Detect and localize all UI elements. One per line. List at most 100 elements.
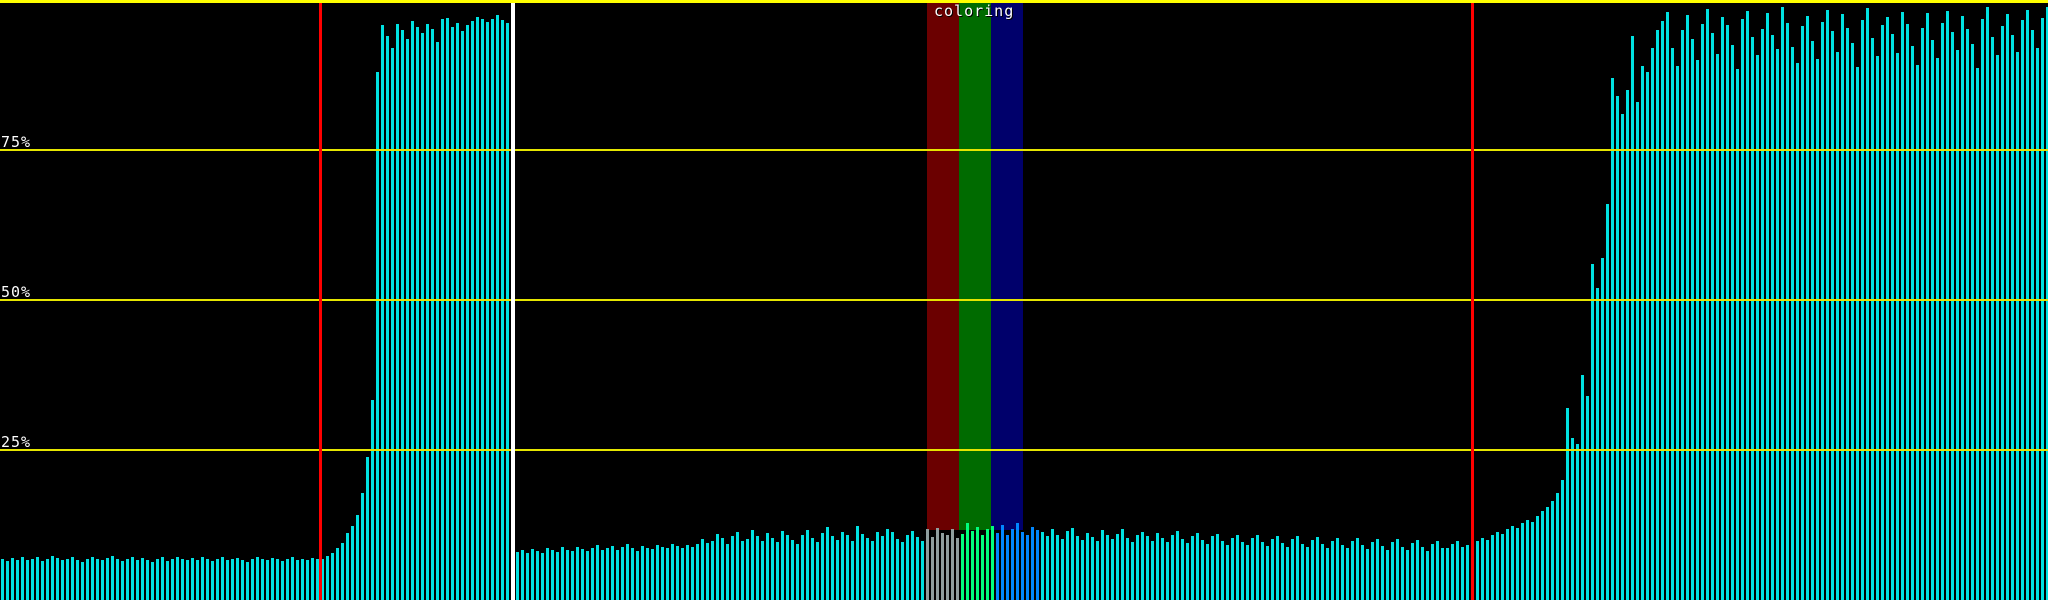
histogram-bar bbox=[71, 557, 74, 600]
histogram-bar bbox=[721, 538, 724, 600]
histogram-bar bbox=[1396, 539, 1399, 600]
histogram-bar bbox=[1191, 536, 1194, 600]
histogram-bar bbox=[961, 534, 964, 600]
histogram-bar bbox=[2031, 30, 2034, 600]
histogram-bar bbox=[406, 39, 409, 600]
histogram-bar bbox=[981, 535, 984, 600]
histogram-bar bbox=[746, 539, 749, 600]
histogram-bar bbox=[1921, 28, 1924, 600]
histogram-bar bbox=[1006, 535, 1009, 600]
histogram-bar bbox=[1591, 264, 1594, 600]
histogram-bar bbox=[1551, 501, 1554, 600]
histogram-bar bbox=[791, 540, 794, 600]
histogram-bar bbox=[1791, 47, 1794, 600]
histogram-bar bbox=[101, 560, 104, 600]
histogram-bar bbox=[1116, 534, 1119, 600]
histogram-bar bbox=[866, 538, 869, 600]
histogram-bar bbox=[246, 562, 249, 600]
histogram-bar bbox=[761, 541, 764, 600]
histogram-bar bbox=[1016, 523, 1019, 600]
red-marker-right bbox=[1471, 0, 1474, 600]
histogram-bar bbox=[6, 561, 9, 600]
histogram-bar bbox=[701, 539, 704, 600]
histogram-bar bbox=[256, 557, 259, 600]
histogram-bar bbox=[661, 547, 664, 600]
histogram-bar bbox=[1541, 511, 1544, 600]
histogram-bar bbox=[571, 551, 574, 600]
histogram-bar bbox=[911, 531, 914, 600]
histogram-bar bbox=[436, 42, 439, 600]
histogram-bar bbox=[1671, 48, 1674, 600]
histogram-bar bbox=[136, 560, 139, 600]
histogram-bar bbox=[1, 559, 4, 600]
histogram-bar bbox=[346, 533, 349, 600]
histogram-bar bbox=[831, 536, 834, 600]
histogram-bar bbox=[11, 558, 14, 600]
histogram-bar bbox=[1301, 544, 1304, 600]
histogram-bar bbox=[526, 553, 529, 600]
histogram-bar bbox=[716, 534, 719, 600]
histogram-bar bbox=[1761, 29, 1764, 600]
histogram-bar bbox=[891, 532, 894, 600]
histogram-bar bbox=[1856, 67, 1859, 600]
histogram-bar bbox=[1951, 32, 1954, 600]
histogram-bar bbox=[1711, 33, 1714, 600]
histogram-bar bbox=[371, 400, 374, 600]
histogram-bar bbox=[1636, 102, 1639, 600]
histogram-bar bbox=[1026, 535, 1029, 600]
histogram-bar bbox=[1751, 37, 1754, 600]
white-marker bbox=[511, 0, 515, 600]
histogram-bar bbox=[351, 526, 354, 600]
histogram-bar bbox=[1001, 525, 1004, 600]
histogram-bar bbox=[1486, 540, 1489, 600]
histogram-bar bbox=[1446, 548, 1449, 600]
histogram-bar bbox=[646, 548, 649, 600]
histogram-bar bbox=[1566, 408, 1569, 600]
histogram-bar bbox=[1271, 539, 1274, 600]
histogram-bar bbox=[386, 36, 389, 600]
histogram-bar bbox=[1661, 21, 1664, 600]
histogram-bar bbox=[306, 560, 309, 600]
histogram-bar bbox=[251, 559, 254, 600]
histogram-bar bbox=[2041, 18, 2044, 600]
histogram-bar bbox=[1376, 539, 1379, 600]
histogram-bar bbox=[1206, 544, 1209, 600]
histogram-bar bbox=[771, 538, 774, 600]
histogram-bar bbox=[1531, 522, 1534, 600]
histogram-bar bbox=[1956, 50, 1959, 600]
histogram-bar bbox=[741, 541, 744, 600]
gridline-75pct bbox=[0, 149, 2048, 151]
histogram-bar bbox=[926, 529, 929, 600]
histogram-bar bbox=[1011, 529, 1014, 600]
histogram-bar bbox=[691, 547, 694, 600]
histogram-bar bbox=[1936, 58, 1939, 600]
histogram-bar bbox=[1201, 540, 1204, 600]
histogram-bar bbox=[151, 562, 154, 600]
histogram-bar bbox=[1806, 16, 1809, 600]
histogram-bar bbox=[666, 548, 669, 600]
histogram-bar bbox=[1071, 528, 1074, 600]
histogram-bar bbox=[1196, 533, 1199, 600]
histogram-bar bbox=[1546, 507, 1549, 600]
histogram-bar bbox=[1811, 41, 1814, 600]
histogram-bar bbox=[1861, 20, 1864, 600]
histogram-bar bbox=[681, 548, 684, 600]
histogram-bar bbox=[376, 72, 379, 600]
histogram-bar bbox=[1876, 56, 1879, 600]
histogram-bar bbox=[1156, 533, 1159, 600]
histogram-bar bbox=[46, 559, 49, 600]
histogram-bar bbox=[586, 551, 589, 600]
histogram-bar bbox=[1841, 14, 1844, 600]
histogram-bar bbox=[1881, 25, 1884, 600]
histogram-bar bbox=[1096, 541, 1099, 600]
histogram-bar bbox=[261, 559, 264, 600]
histogram-bar bbox=[1311, 540, 1314, 600]
histogram-bar bbox=[1336, 538, 1339, 600]
histogram-bar bbox=[811, 538, 814, 600]
histogram-bar bbox=[1656, 30, 1659, 600]
histogram-bar bbox=[1146, 536, 1149, 600]
histogram-bar bbox=[291, 557, 294, 600]
histogram-bar bbox=[556, 552, 559, 600]
histogram-bar bbox=[426, 24, 429, 600]
histogram-bar bbox=[1941, 23, 1944, 600]
